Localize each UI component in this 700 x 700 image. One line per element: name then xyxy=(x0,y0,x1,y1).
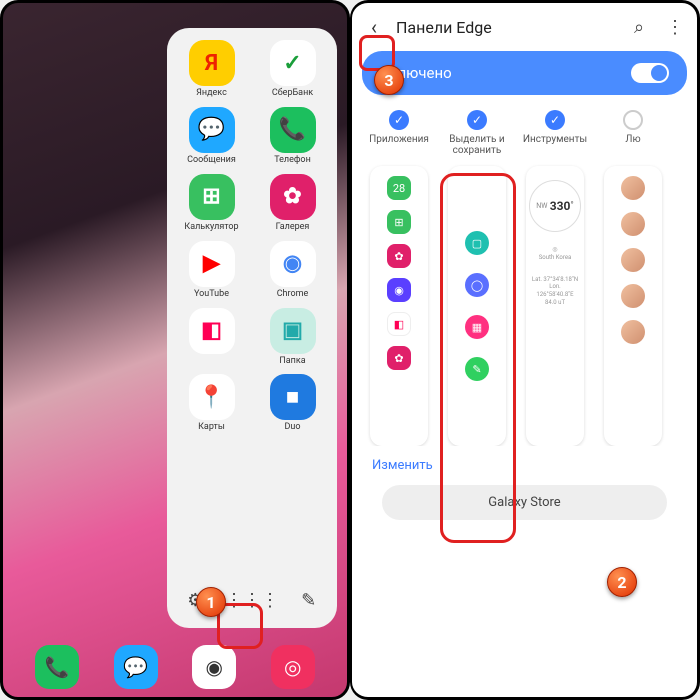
app-icon: 📞 xyxy=(270,107,316,153)
more-icon[interactable]: ⋮ xyxy=(661,17,689,38)
app-label: Папка xyxy=(279,357,305,367)
app-icon: ▶ xyxy=(189,241,235,287)
app-item[interactable]: ◉ Chrome xyxy=(254,241,331,300)
back-button[interactable]: ‹ xyxy=(360,13,388,41)
toggle-switch[interactable] xyxy=(631,63,669,83)
callout-3: 3 xyxy=(374,65,404,95)
page-title: Панели Edge xyxy=(396,18,617,37)
dock-phone-icon[interactable]: 📞 xyxy=(35,645,79,689)
avatar xyxy=(621,320,645,344)
app-item[interactable]: ▣ Папка xyxy=(254,308,331,367)
app-label: Сообщения xyxy=(187,156,236,166)
app-label: Карты xyxy=(198,423,225,433)
app-icon: 📍 xyxy=(189,374,235,420)
check-icon[interactable]: ✓ xyxy=(389,110,409,130)
dock: 📞 💬 ◉ ◎ xyxy=(3,645,347,689)
avatar xyxy=(621,176,645,200)
coords-text: Lat. 37°34'8.18"N Lon. 126°58'40.8"E 84.… xyxy=(530,276,580,307)
enabled-toggle-bar[interactable]: Включено xyxy=(362,51,687,95)
app-icon: ■ xyxy=(270,374,316,420)
grid-icon[interactable]: ⋮⋮⋮ xyxy=(236,584,268,616)
app-item[interactable]: 💬 Сообщения xyxy=(173,107,250,166)
location-text: South Korea xyxy=(539,254,572,261)
check-icon[interactable]: ✓ xyxy=(467,110,487,130)
panel-tools[interactable]: ✓ Инструменты NW 330° ◎South Korea Lat. … xyxy=(516,110,594,446)
callout-2: 2 xyxy=(607,567,637,597)
edge-apps-panel: Я Яндекс ✓ СберБанк 💬 Сообщения 📞 Телефон ⊞ Кальк… xyxy=(167,28,337,628)
app-item[interactable]: ■ Duo xyxy=(254,374,331,433)
app-icon: ⊞ xyxy=(189,174,235,220)
app-item[interactable]: ✓ СберБанк xyxy=(254,40,331,99)
panel-label: Приложения xyxy=(369,134,429,158)
galaxy-store-button[interactable]: Galaxy Store xyxy=(382,485,667,520)
panel-apps[interactable]: ✓ Приложения 28 ⊞ ✿ ◉ ◧ ✿ xyxy=(360,110,438,446)
check-icon[interactable] xyxy=(623,110,643,130)
app-item[interactable]: 📍 Карты xyxy=(173,374,250,433)
panels-selector: ✓ Приложения 28 ⊞ ✿ ◉ ◧ ✿ ✓ Выделить и с… xyxy=(352,110,697,446)
app-icon: ✓ xyxy=(270,40,316,86)
app-label: СберБанк xyxy=(272,89,313,99)
app-item[interactable]: ▶ YouTube xyxy=(173,241,250,300)
edit-icon[interactable]: ✎ xyxy=(293,584,325,616)
callout-1: 1 xyxy=(196,587,226,617)
app-icon: ✿ xyxy=(270,174,316,220)
app-item[interactable]: 📞 Телефон xyxy=(254,107,331,166)
dock-camera-icon[interactable]: ◎ xyxy=(271,645,315,689)
search-icon[interactable]: ⌕ xyxy=(625,17,653,38)
app-label: Телефон xyxy=(274,156,311,166)
dock-messages-icon[interactable]: 💬 xyxy=(114,645,158,689)
app-icon: ▣ xyxy=(270,308,316,354)
app-label: Калькулятор xyxy=(184,223,238,233)
right-screenshot: ‹ Панели Edge ⌕ ⋮ Включено ✓ Приложения … xyxy=(350,0,700,700)
left-screenshot: Я Яндекс ✓ СберБанк 💬 Сообщения 📞 Телефон ⊞ Кальк… xyxy=(0,0,350,700)
panel-label: Лю xyxy=(625,134,640,158)
app-item[interactable]: ⊞ Калькулятор xyxy=(173,174,250,233)
avatar xyxy=(621,248,645,272)
app-item[interactable]: ✿ Галерея xyxy=(254,174,331,233)
dock-chrome-icon[interactable]: ◉ xyxy=(192,645,236,689)
edit-link[interactable]: Изменить xyxy=(352,446,697,485)
app-item[interactable]: ◧ xyxy=(173,308,250,367)
panel-smart-select[interactable]: ✓ Выделить и сохранить ▢ ◯ ▦ ✎ xyxy=(438,110,516,446)
app-icon: ◉ xyxy=(270,241,316,287)
avatar xyxy=(621,284,645,308)
app-icon: ◧ xyxy=(189,308,235,354)
app-label: YouTube xyxy=(194,290,229,300)
app-label: Яндекс xyxy=(196,89,227,99)
check-icon[interactable]: ✓ xyxy=(545,110,565,130)
panel-label: Выделить и сохранить xyxy=(438,134,516,158)
app-icon: Я xyxy=(189,40,235,86)
app-label: Duo xyxy=(284,423,300,433)
app-label: Chrome xyxy=(277,290,309,300)
panel-label: Инструменты xyxy=(523,134,587,158)
app-item[interactable]: Я Яндекс xyxy=(173,40,250,99)
avatar xyxy=(621,212,645,236)
compass-icon: NW 330° xyxy=(529,180,581,232)
app-label: Галерея xyxy=(276,223,310,233)
panel-people[interactable]: Лю xyxy=(594,110,672,446)
app-icon: 💬 xyxy=(189,107,235,153)
